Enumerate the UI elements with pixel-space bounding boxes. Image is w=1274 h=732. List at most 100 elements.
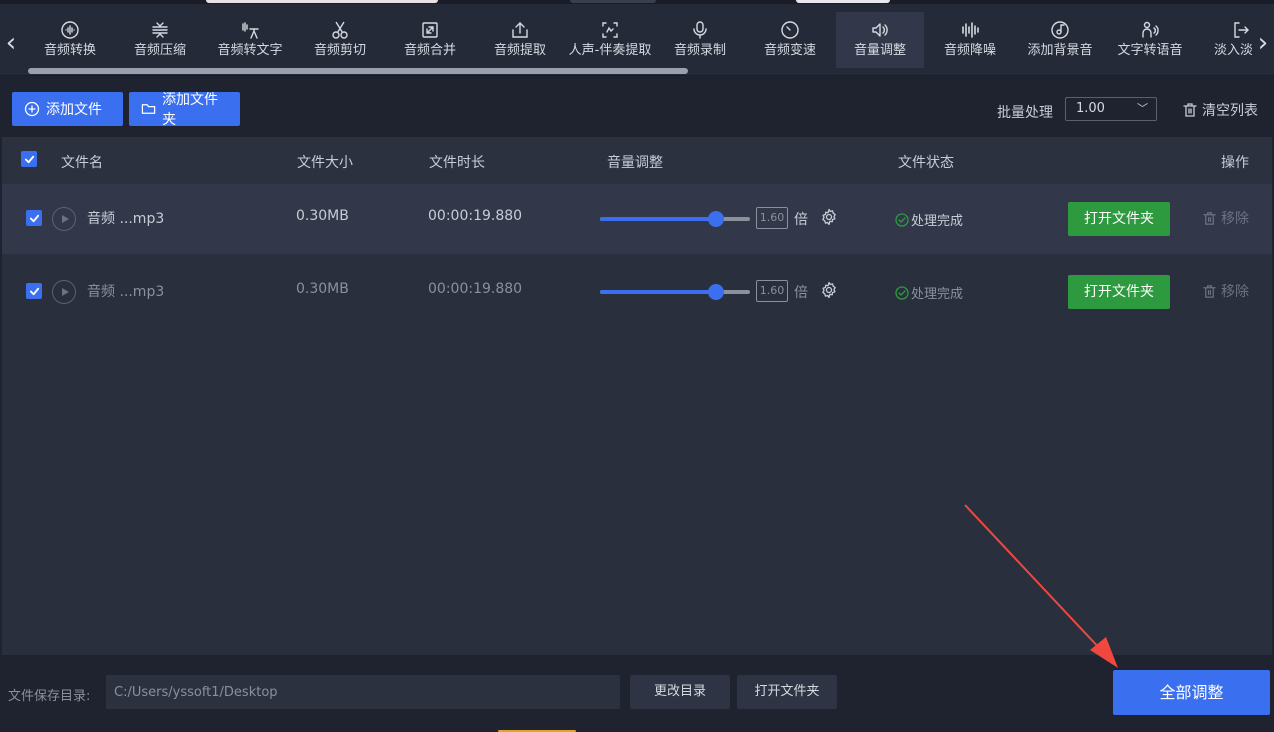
- speech-to-text-icon: [242, 22, 259, 39]
- volume-value-box[interactable]: 1.60: [756, 280, 788, 302]
- tool-label: 文字转语音: [1117, 43, 1183, 58]
- speedometer-icon: [781, 21, 799, 39]
- tool-fade[interactable]: 淡入淡出: [1196, 12, 1252, 68]
- remove-button[interactable]: 移除: [1202, 208, 1249, 228]
- file-name: 音频 ...mp3: [87, 211, 165, 227]
- file-table: 文件名 文件大小 文件时长 音量调整 文件状态 操作 音频 ...mp3 0.3…: [2, 137, 1272, 655]
- play-button[interactable]: [52, 207, 76, 231]
- tool-audio-convert[interactable]: 音频转换: [26, 12, 114, 68]
- save-dir-label: 文件保存目录:: [8, 689, 91, 704]
- status-badge: 处理完成: [895, 210, 963, 229]
- adjust-all-button[interactable]: 全部调整: [1113, 670, 1270, 715]
- remove-label: 移除: [1221, 211, 1249, 227]
- trash-icon: [1203, 284, 1216, 298]
- table-header: 文件名 文件大小 文件时长 音量调整 文件状态 操作: [2, 137, 1272, 183]
- tool-volume-adjust[interactable]: 音量调整: [836, 12, 924, 68]
- select-all-checkbox[interactable]: [21, 151, 37, 167]
- open-folder-button[interactable]: 打开文件夹: [1068, 202, 1170, 236]
- header-filename: 文件名: [61, 155, 103, 171]
- header-volume: 音量调整: [607, 155, 663, 171]
- microphone-icon: [693, 21, 707, 39]
- check-circle-icon: [895, 285, 909, 300]
- upload-icon: [512, 22, 528, 38]
- file-duration: 00:00:19.880: [428, 208, 523, 224]
- file-size: 0.30MB: [296, 281, 349, 297]
- add-file-label: 添加文件: [46, 102, 102, 118]
- volume-slider-fill: [600, 217, 716, 221]
- check-icon: [24, 155, 34, 163]
- tool-vocal-extract[interactable]: 人声-伴奏提取: [566, 12, 654, 68]
- gear-icon[interactable]: [820, 281, 838, 299]
- status-badge: 处理完成: [895, 283, 963, 302]
- feature-toolbar: ‹ 音频转换 音频压缩 音频转文字 音频剪切 音频合并 音频提取 人声-伴奏提取: [0, 4, 1274, 76]
- tool-audio-to-text[interactable]: 音频转文字: [206, 12, 294, 68]
- times-unit-label: 倍: [794, 212, 808, 228]
- file-name: 音频 ...mp3: [87, 284, 165, 300]
- check-icon: [29, 214, 39, 222]
- noise-bars-icon: [962, 22, 979, 38]
- check-icon: [29, 287, 39, 295]
- tool-audio-compress[interactable]: 音频压缩: [116, 12, 204, 68]
- add-folder-button[interactable]: 添加文件夹: [129, 92, 240, 128]
- folder-icon: [141, 104, 156, 114]
- open-output-folder-button[interactable]: 打开文件夹: [737, 675, 837, 709]
- header-duration: 文件时长: [429, 155, 485, 171]
- check-circle-icon: [895, 212, 909, 227]
- batch-value-select[interactable]: 1.00 ﹀: [1065, 97, 1157, 121]
- tool-audio-speed[interactable]: 音频变速: [746, 12, 834, 68]
- change-dir-button[interactable]: 更改目录: [630, 675, 730, 709]
- file-size: 0.30MB: [296, 208, 349, 224]
- row-checkbox[interactable]: [26, 210, 42, 226]
- trash-icon: [1203, 211, 1216, 225]
- vocal-separate-icon: [602, 22, 618, 38]
- tool-audio-cut[interactable]: 音频剪切: [296, 12, 384, 68]
- play-button[interactable]: [52, 280, 76, 304]
- volume-slider[interactable]: [600, 284, 750, 300]
- speaker-icon: [872, 23, 888, 37]
- save-path-input[interactable]: [106, 675, 620, 709]
- scroll-right-arrow-icon[interactable]: ›: [1252, 28, 1274, 62]
- add-file-button[interactable]: 添加文件: [12, 92, 123, 126]
- tool-label: 音频转换: [43, 43, 96, 58]
- waveform-circle-icon: [61, 21, 79, 39]
- batch-value: 1.00: [1076, 101, 1105, 116]
- volume-slider[interactable]: [600, 211, 750, 227]
- table-row: 音频 ...mp3 0.30MB 00:00:19.880 1.60 倍 处理完…: [2, 257, 1272, 327]
- tool-add-bgm[interactable]: 添加背景音: [1016, 12, 1104, 68]
- tool-audio-merge[interactable]: 音频合并: [386, 12, 474, 68]
- scroll-left-arrow-icon[interactable]: ‹: [0, 28, 22, 62]
- file-duration: 00:00:19.880: [428, 281, 523, 297]
- volume-slider-fill: [600, 290, 716, 294]
- top-tab-indicator: [206, 0, 438, 3]
- fade-icon: [1234, 22, 1249, 38]
- clear-list-button[interactable]: 清空列表: [1182, 100, 1258, 120]
- merge-icon: [422, 22, 438, 38]
- compress-icon: [152, 22, 168, 38]
- volume-slider-handle[interactable]: [707, 211, 724, 227]
- header-filesize: 文件大小: [297, 155, 353, 171]
- volume-slider-handle[interactable]: [707, 284, 724, 300]
- open-folder-button[interactable]: 打开文件夹: [1068, 275, 1170, 309]
- music-disc-icon: [1051, 21, 1069, 39]
- tool-label: 添加背景音: [1027, 43, 1093, 58]
- toolbar-scrollbar[interactable]: [28, 68, 688, 74]
- remove-button[interactable]: 移除: [1202, 281, 1249, 301]
- tool-label: 音频录制: [673, 43, 726, 58]
- tool-noise-reduce[interactable]: 音频降噪: [926, 12, 1014, 68]
- volume-value-box[interactable]: 1.60: [756, 207, 788, 229]
- top-tab-indicator: [570, 0, 656, 3]
- status-text: 处理完成: [911, 287, 964, 302]
- tool-label: 音频剪切: [313, 43, 366, 58]
- bottom-bar: 文件保存目录: 更改目录 打开文件夹 全部调整: [0, 655, 1274, 732]
- tool-text-to-speech[interactable]: 文字转语音: [1106, 12, 1194, 68]
- remove-label: 移除: [1221, 284, 1249, 300]
- tool-label: 音频变速: [763, 43, 816, 58]
- row-checkbox[interactable]: [26, 283, 42, 299]
- tool-audio-record[interactable]: 音频录制: [656, 12, 744, 68]
- tool-label: 人声-伴奏提取: [568, 43, 652, 58]
- gear-icon[interactable]: [820, 208, 838, 226]
- tool-audio-extract[interactable]: 音频提取: [476, 12, 564, 68]
- header-status: 文件状态: [898, 155, 954, 171]
- feature-tools: 音频转换 音频压缩 音频转文字 音频剪切 音频合并 音频提取 人声-伴奏提取 音…: [26, 12, 1252, 68]
- play-icon: [61, 288, 69, 296]
